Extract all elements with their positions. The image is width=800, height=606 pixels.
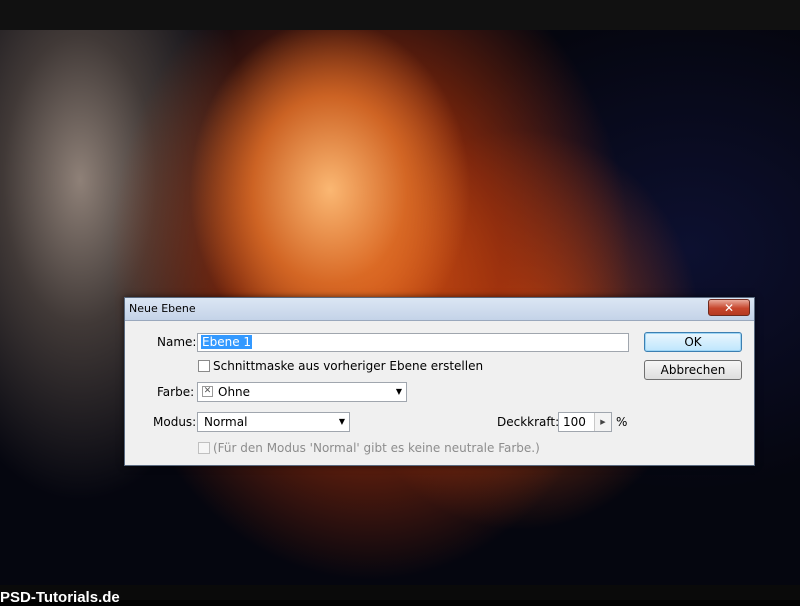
clip-mask-checkbox[interactable]	[198, 360, 210, 372]
color-select-value: Ohne	[218, 385, 251, 399]
new-layer-dialog: Neue Ebene ✕ Name: Ebene 1 Schnittmaske …	[124, 297, 755, 466]
color-label: Farbe:	[157, 385, 195, 399]
opacity-input[interactable]: 100 ▶	[558, 412, 612, 432]
chevron-down-icon: ▼	[338, 417, 345, 426]
top-bar	[0, 0, 800, 30]
neutral-color-checkbox[interactable]	[198, 442, 210, 454]
opacity-label: Deckkraft:	[497, 415, 560, 429]
ok-button[interactable]: OK	[644, 332, 742, 352]
name-input-value: Ebene 1	[201, 335, 253, 349]
opacity-unit: %	[616, 415, 628, 429]
close-icon: ✕	[723, 301, 735, 315]
mode-select-value: Normal	[204, 415, 248, 429]
neutral-color-label: (Für den Modus 'Normal' gibt es keine ne…	[213, 441, 540, 455]
mode-label: Modus:	[153, 415, 197, 429]
opacity-value: 100	[563, 415, 586, 429]
opacity-slider-arrow-icon[interactable]: ▶	[594, 413, 611, 431]
dialog-title: Neue Ebene	[129, 302, 196, 315]
color-select[interactable]: ✕ Ohne ▼	[197, 382, 407, 402]
bottom-bar	[0, 585, 800, 600]
chevron-down-icon: ▼	[395, 387, 402, 396]
name-label: Name:	[157, 335, 197, 349]
name-input[interactable]: Ebene 1	[197, 333, 629, 352]
no-color-icon: ✕	[202, 386, 213, 397]
clip-mask-label: Schnittmaske aus vorheriger Ebene erstel…	[213, 359, 484, 373]
mode-select[interactable]: Normal ▼	[197, 412, 350, 432]
watermark: PSD-Tutorials.de	[0, 589, 120, 606]
close-button[interactable]: ✕	[708, 299, 750, 316]
cancel-button[interactable]: Abbrechen	[644, 360, 742, 380]
dialog-titlebar[interactable]: Neue Ebene ✕	[125, 298, 754, 321]
